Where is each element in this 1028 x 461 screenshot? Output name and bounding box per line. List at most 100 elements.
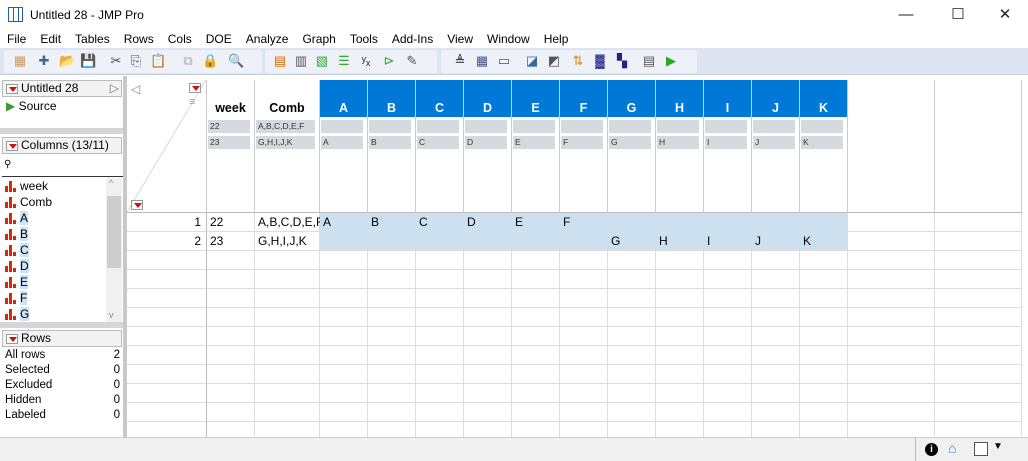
dropdown-arrow-icon[interactable]: ▼ (993, 441, 1003, 452)
scroll-down-icon[interactable]: v (109, 310, 114, 320)
row-number[interactable]: 2 (127, 232, 207, 251)
empty-cell[interactable] (320, 289, 368, 308)
empty-cell[interactable] (656, 289, 704, 308)
empty-cell[interactable] (368, 289, 416, 308)
new-script-icon[interactable]: ✚ (36, 53, 52, 69)
column-header-comb[interactable]: Comb A,B,C,D,E,F G,H,I,J,K (255, 80, 320, 213)
fit-y-by-x-icon[interactable]: ʸₓ (358, 53, 374, 69)
column-header-h[interactable]: HH (656, 80, 704, 213)
collapse-left-icon[interactable]: ◁ (131, 82, 140, 96)
column-header-a[interactable]: AA (320, 80, 368, 213)
empty-cell[interactable] (207, 308, 255, 327)
empty-cell[interactable] (255, 270, 320, 289)
empty-cell[interactable] (512, 384, 560, 403)
empty-cell[interactable] (800, 346, 848, 365)
empty-cell[interactable] (608, 346, 656, 365)
column-name[interactable]: I (704, 101, 751, 115)
search-icon[interactable]: 🔍 (228, 53, 244, 69)
empty-cell[interactable] (800, 365, 848, 384)
empty-cell[interactable] (656, 422, 704, 437)
column-name[interactable]: week (207, 101, 254, 115)
empty-cell[interactable] (320, 251, 368, 270)
column-name[interactable]: B (368, 101, 415, 115)
empty-cell[interactable] (416, 327, 464, 346)
save-icon[interactable]: 💾 (80, 53, 96, 69)
close-button[interactable]: ✕ (982, 0, 1028, 30)
column-name[interactable]: Comb (255, 101, 319, 115)
column-list-item[interactable]: Comb (2, 194, 106, 210)
empty-cell[interactable] (752, 289, 800, 308)
empty-cell[interactable] (255, 403, 320, 422)
empty-cell[interactable] (320, 346, 368, 365)
empty-cell[interactable] (255, 384, 320, 403)
empty-cell[interactable] (512, 308, 560, 327)
home-icon[interactable]: ⌂ (948, 440, 956, 456)
table-cell[interactable] (368, 232, 416, 251)
run-script-icon[interactable]: ▶ (663, 53, 679, 69)
empty-cell[interactable] (255, 289, 320, 308)
empty-cell[interactable] (752, 422, 800, 437)
column-name[interactable]: J (752, 101, 799, 115)
empty-cell[interactable] (800, 270, 848, 289)
empty-cell[interactable] (464, 365, 512, 384)
red-triangle-menu-icon[interactable] (6, 141, 18, 151)
empty-cell[interactable] (464, 251, 512, 270)
empty-cell[interactable] (416, 422, 464, 437)
empty-cell[interactable] (416, 346, 464, 365)
empty-cell[interactable] (704, 327, 752, 346)
empty-cell[interactable] (608, 403, 656, 422)
empty-cell[interactable] (464, 384, 512, 403)
empty-cell[interactable] (320, 403, 368, 422)
empty-cell[interactable] (512, 346, 560, 365)
column-header-week[interactable]: week 22 23 (207, 80, 255, 213)
columns-panel-header[interactable]: Columns (13/11) (2, 137, 122, 154)
empty-cell[interactable] (207, 403, 255, 422)
column-list-item[interactable]: C (2, 242, 106, 258)
empty-cell[interactable] (320, 308, 368, 327)
empty-cell[interactable] (704, 289, 752, 308)
empty-cell[interactable] (207, 289, 255, 308)
empty-cell[interactable] (512, 365, 560, 384)
empty-cell[interactable] (464, 289, 512, 308)
menu-view[interactable]: View (440, 30, 480, 48)
empty-cell[interactable] (255, 251, 320, 270)
sort-icon[interactable]: ≜ (452, 53, 468, 69)
join-icon[interactable]: ▓ (592, 53, 608, 69)
empty-cell[interactable] (560, 422, 608, 437)
empty-cell[interactable] (207, 251, 255, 270)
table-cell[interactable]: D (464, 213, 512, 232)
column-search-input[interactable]: ⚲ (2, 157, 123, 177)
stack-icon[interactable]: ⇅ (570, 53, 586, 69)
table-cell[interactable]: A,B,C,D,E,F (255, 213, 323, 232)
formula-icon[interactable]: ▭ (496, 53, 512, 69)
empty-cell[interactable] (512, 270, 560, 289)
empty-cell[interactable] (464, 403, 512, 422)
menu-graph[interactable]: Graph (295, 30, 342, 48)
empty-cell[interactable] (752, 308, 800, 327)
empty-cell[interactable] (416, 251, 464, 270)
column-header-i[interactable]: II (704, 80, 752, 213)
empty-cell[interactable] (560, 289, 608, 308)
table-cell[interactable]: J (752, 232, 800, 251)
empty-cell[interactable] (704, 403, 752, 422)
empty-cell[interactable] (368, 270, 416, 289)
menu-file[interactable]: File (0, 30, 33, 48)
empty-cell[interactable] (800, 327, 848, 346)
menu-cols[interactable]: Cols (161, 30, 199, 48)
empty-cell[interactable] (656, 251, 704, 270)
empty-cell[interactable] (464, 422, 512, 437)
menu-add-ins[interactable]: Add-Ins (385, 30, 440, 48)
empty-cell[interactable] (560, 384, 608, 403)
empty-cell[interactable] (207, 422, 255, 437)
column-header-k[interactable]: KK (800, 80, 848, 213)
cut-icon[interactable]: ✂ (108, 53, 124, 69)
table-cell[interactable] (656, 213, 704, 232)
column-name[interactable]: E (512, 101, 559, 115)
copy-icon[interactable]: ⎘ (128, 53, 144, 69)
table-cell[interactable]: F (560, 213, 608, 232)
subset-icon[interactable]: ▧ (314, 53, 330, 69)
empty-cell[interactable] (704, 270, 752, 289)
table-cell[interactable]: E (512, 213, 560, 232)
empty-cell[interactable] (752, 251, 800, 270)
empty-cell[interactable] (800, 384, 848, 403)
